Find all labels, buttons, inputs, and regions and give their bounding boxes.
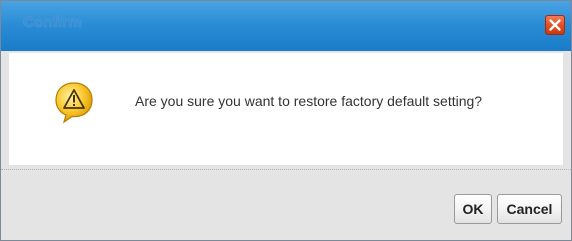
dialog-content: Are you sure you want to restore factory…	[9, 53, 563, 165]
button-divider	[1, 169, 571, 170]
confirm-dialog: Confirm Are you sure you want to restore…	[0, 0, 572, 241]
confirm-message: Are you sure you want to restore factory…	[135, 93, 483, 109]
close-button[interactable]	[545, 15, 565, 35]
cancel-button[interactable]: Cancel	[497, 194, 562, 224]
dialog-titlebar: Confirm	[1, 1, 571, 51]
ok-button[interactable]: OK	[454, 194, 492, 224]
dialog-title: Confirm	[23, 14, 82, 31]
warning-icon	[55, 82, 93, 124]
close-icon	[549, 19, 561, 31]
